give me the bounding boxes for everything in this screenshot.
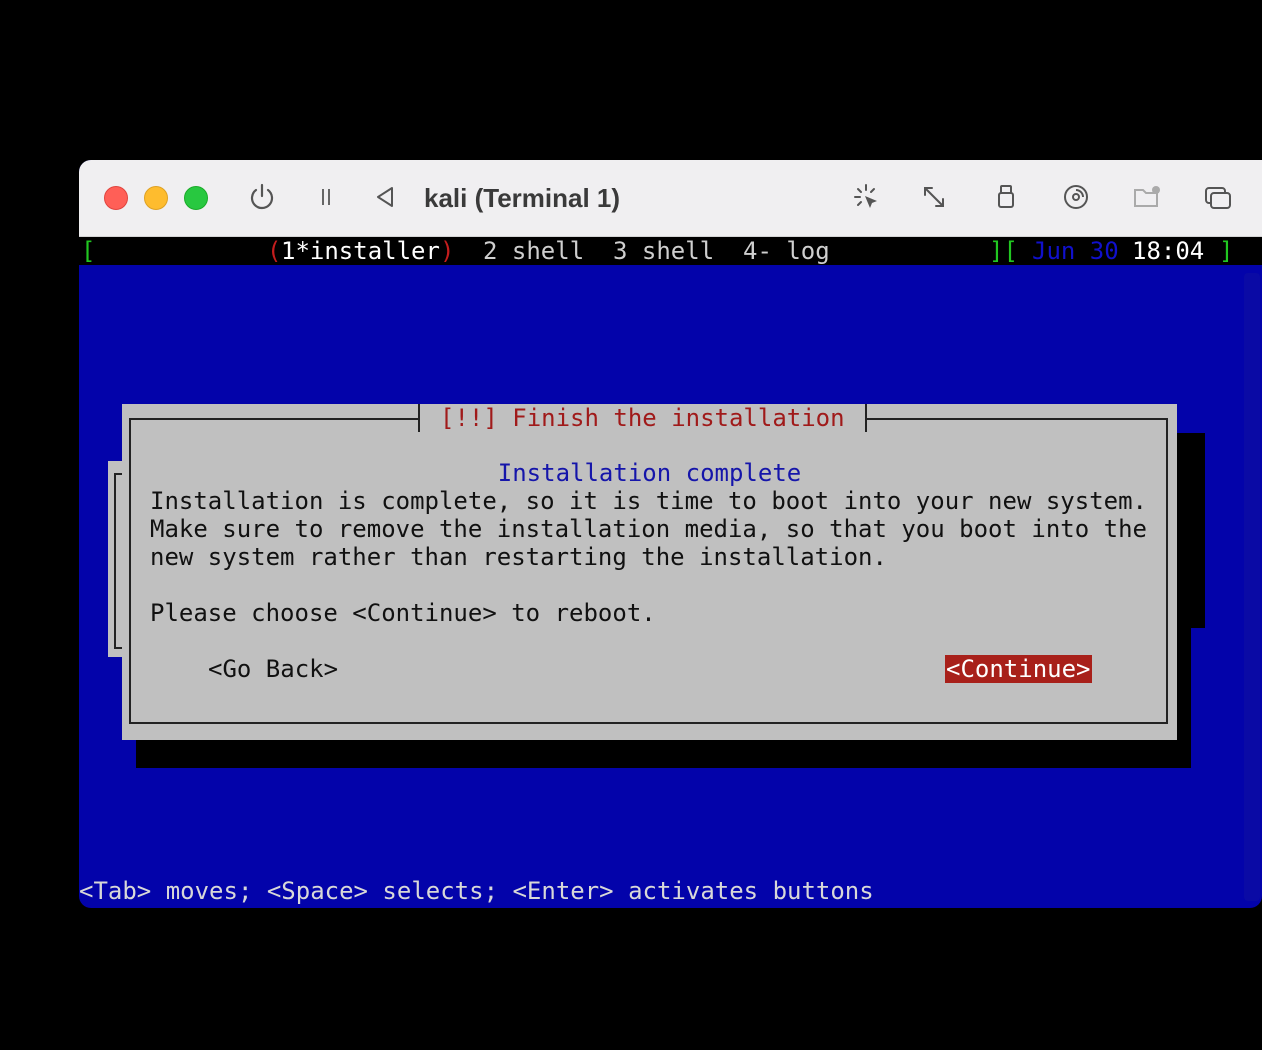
dialog-message: Installation is complete, so it is time … [150, 487, 1147, 627]
tab1-close-paren: ) [440, 237, 455, 265]
vm-window: kali (Terminal 1) [ ( 1*installer ) 2 sh… [79, 160, 1262, 908]
tab-installer[interactable]: 1*installer [281, 237, 440, 265]
dialog-shadow-right [1177, 433, 1191, 768]
terminal-scrollbar[interactable] [1244, 273, 1260, 901]
capture-cursor-icon[interactable] [849, 180, 883, 214]
shared-folder-icon[interactable] [1130, 180, 1164, 214]
status-end-bracket: ] [1219, 237, 1234, 265]
status-date: Jun 30 [1032, 237, 1119, 265]
message-line [150, 571, 1147, 599]
disc-icon[interactable] [1059, 180, 1093, 214]
title-bar: kali (Terminal 1) [79, 160, 1262, 237]
help-line: <Tab> moves; <Space> selects; <Enter> ac… [79, 877, 874, 905]
tab1-open-paren: ( [267, 237, 282, 265]
terminal-screen[interactable]: [ ( 1*installer ) 2 shell 3 shell 4- log… [79, 237, 1262, 908]
dialog-heading: Installation complete [497, 459, 802, 487]
finish-installation-dialog: [!!] Finish the installation Installatio… [122, 404, 1177, 740]
power-icon[interactable] [245, 180, 279, 214]
resize-arrows-icon[interactable] [917, 180, 951, 214]
tab-shell-2[interactable]: 2 shell [483, 237, 584, 265]
tab-log-4[interactable]: 4- log [743, 237, 830, 265]
background-dialog-shadow [1191, 433, 1205, 628]
continue-button[interactable]: <Continue> [945, 655, 1092, 683]
window-title: kali (Terminal 1) [424, 183, 621, 213]
message-line: new system rather than restarting the in… [150, 543, 887, 571]
windows-icon[interactable] [1201, 180, 1235, 214]
message-line: Installation is complete, so it is time … [150, 487, 1147, 515]
screen-status-bar: [ ( 1*installer ) 2 shell 3 shell 4- log… [79, 237, 1262, 265]
dialog-title: [!!] Finish the installation [418, 404, 867, 432]
dialog-shadow-bottom [136, 740, 1191, 768]
tab-shell-3[interactable]: 3 shell [613, 237, 714, 265]
go-back-button[interactable]: <Go Back> [208, 655, 338, 683]
message-line: Make sure to remove the installation med… [150, 515, 1147, 543]
pause-icon[interactable] [309, 180, 343, 214]
usb-icon[interactable] [989, 180, 1023, 214]
status-time: 18:04 [1132, 237, 1205, 265]
zoom-button[interactable] [184, 186, 208, 210]
minimize-button[interactable] [144, 186, 168, 210]
status-left-bracket: [ [81, 237, 96, 265]
message-line: Please choose <Continue> to reboot. [150, 599, 656, 627]
close-button[interactable] [104, 186, 128, 210]
status-right-bracket: ][ [989, 237, 1018, 265]
back-triangle-icon[interactable] [368, 180, 402, 214]
